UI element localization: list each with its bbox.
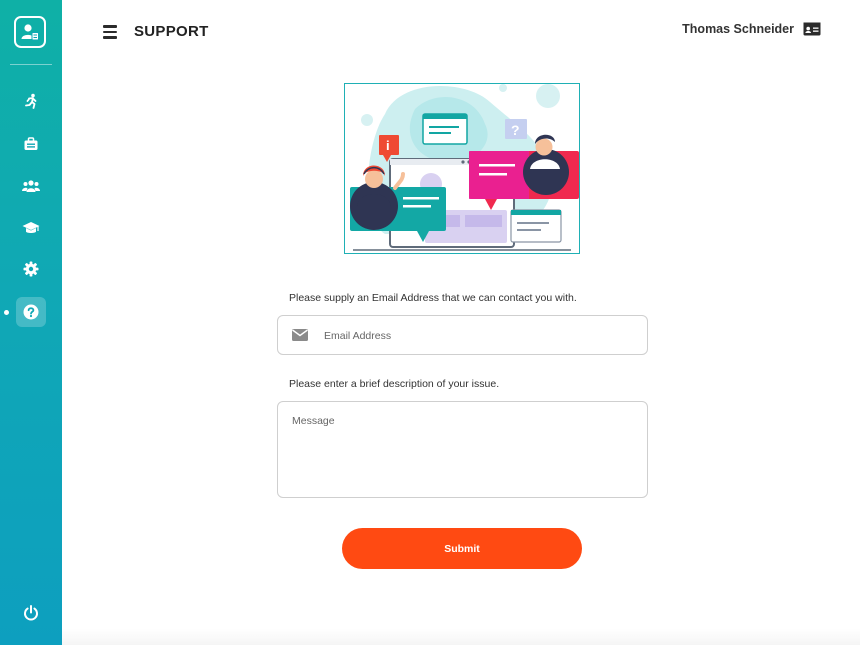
running-person-icon xyxy=(25,93,37,109)
briefcase-icon xyxy=(24,137,38,150)
sidebar-item-settings[interactable] xyxy=(16,254,46,284)
user-name[interactable]: Thomas Schneider xyxy=(682,22,794,36)
message-label: Please enter a brief description of your… xyxy=(289,378,500,390)
bottom-shade xyxy=(62,628,860,645)
email-label: Please supply an Email Address that we c… xyxy=(289,292,577,304)
submit-button[interactable]: Submit xyxy=(342,528,582,569)
envelope-icon xyxy=(292,329,308,341)
sidebar-item-training[interactable] xyxy=(16,213,46,243)
email-input[interactable] xyxy=(322,316,636,356)
sidebar xyxy=(0,0,62,645)
hamburger-menu-icon[interactable] xyxy=(103,25,117,39)
page-title: SUPPORT xyxy=(134,23,209,40)
message-input[interactable] xyxy=(277,401,648,498)
power-icon xyxy=(24,605,38,621)
email-field-container xyxy=(277,315,648,356)
sidebar-divider xyxy=(10,64,52,65)
svg-text:i: i xyxy=(386,138,390,153)
id-card-icon[interactable] xyxy=(803,22,821,36)
users-icon xyxy=(22,180,40,192)
svg-text:?: ? xyxy=(511,122,520,138)
sidebar-item-team[interactable] xyxy=(16,171,46,201)
active-indicator xyxy=(4,310,9,315)
support-illustration-graphic: i ? xyxy=(350,84,579,251)
logout-button[interactable] xyxy=(16,598,46,628)
user-badge-icon xyxy=(21,24,39,41)
sidebar-item-support[interactable] xyxy=(16,297,46,327)
sidebar-item-jobs[interactable] xyxy=(16,129,46,159)
support-illustration: i ? xyxy=(344,83,580,254)
graduation-cap-icon xyxy=(22,222,40,233)
app-logo[interactable] xyxy=(14,16,46,48)
question-icon xyxy=(23,304,39,320)
gear-icon xyxy=(23,261,39,277)
sidebar-item-activity[interactable] xyxy=(16,86,46,116)
